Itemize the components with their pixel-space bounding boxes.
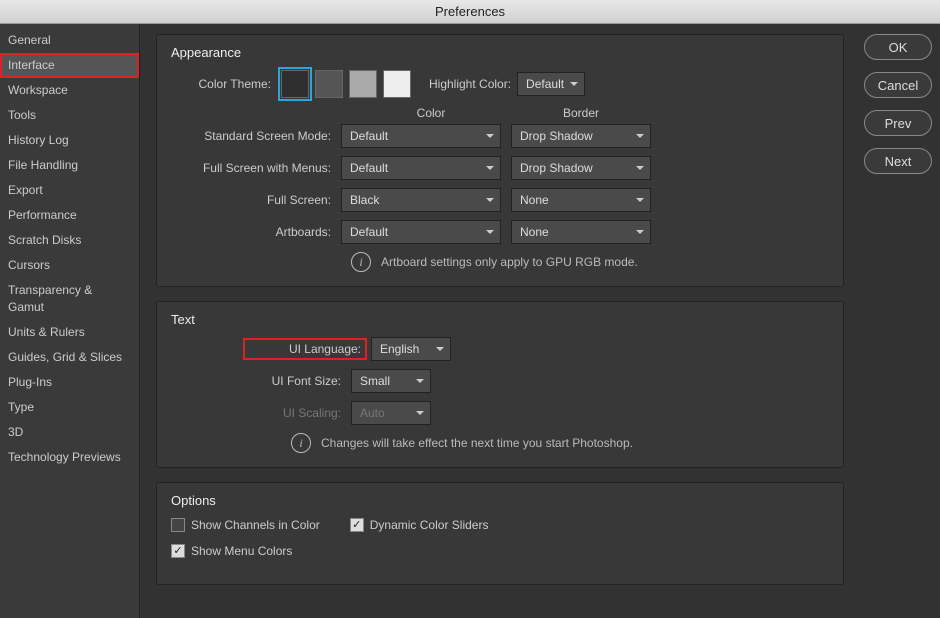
sidebar-item-workspace[interactable]: Workspace	[0, 78, 139, 103]
col-header-border: Border	[511, 106, 651, 120]
screen-mode-border-select-1[interactable]: Drop Shadow	[511, 156, 651, 180]
sidebar-item-transparency-gamut[interactable]: Transparency & Gamut	[0, 278, 139, 320]
screen-mode-label-0: Standard Screen Mode:	[171, 129, 341, 143]
color-theme-swatch-3[interactable]	[383, 70, 411, 98]
options-panel: Options Show Channels in Color ✓ Dynamic…	[156, 482, 844, 585]
sidebar-item-export[interactable]: Export	[0, 178, 139, 203]
sidebar-item-technology-previews[interactable]: Technology Previews	[0, 445, 139, 470]
dynamic-sliders-label: Dynamic Color Sliders	[370, 518, 489, 532]
ui-scaling-label: UI Scaling:	[231, 406, 351, 420]
sidebar-item-plug-ins[interactable]: Plug-Ins	[0, 370, 139, 395]
ui-font-size-label: UI Font Size:	[231, 374, 351, 388]
next-button[interactable]: Next	[864, 148, 932, 174]
appearance-title: Appearance	[171, 45, 829, 60]
ui-font-size-select[interactable]: Small	[351, 369, 431, 393]
screen-mode-headers: Color Border	[351, 106, 829, 120]
screen-mode-border-select-0[interactable]: Drop Shadow	[511, 124, 651, 148]
screen-mode-label-3: Artboards:	[171, 225, 341, 239]
sidebar-item-performance[interactable]: Performance	[0, 203, 139, 228]
color-theme-swatch-0[interactable]	[281, 70, 309, 98]
sidebar-item-3d[interactable]: 3D	[0, 420, 139, 445]
text-info-text: Changes will take effect the next time y…	[321, 436, 633, 450]
text-panel: Text UI Language: English UI Font Size: …	[156, 301, 844, 468]
options-title: Options	[171, 493, 829, 508]
ok-button[interactable]: OK	[864, 34, 932, 60]
dynamic-sliders-checkbox[interactable]: ✓ Dynamic Color Sliders	[350, 518, 489, 532]
color-theme-swatch-2[interactable]	[349, 70, 377, 98]
sidebar-item-units-rulers[interactable]: Units & Rulers	[0, 320, 139, 345]
screen-mode-color-select-3[interactable]: Default	[341, 220, 501, 244]
ui-scaling-select: Auto	[351, 401, 431, 425]
sidebar-item-history-log[interactable]: History Log	[0, 128, 139, 153]
ui-language-select[interactable]: English	[371, 337, 451, 361]
screen-mode-color-select-1[interactable]: Default	[341, 156, 501, 180]
screen-mode-label-2: Full Screen:	[171, 193, 341, 207]
content-area: Appearance Color Theme: Highlight Color:…	[140, 24, 856, 618]
show-channels-checkbox[interactable]: Show Channels in Color	[171, 518, 320, 532]
color-theme-swatch-1[interactable]	[315, 70, 343, 98]
window-title: Preferences	[0, 0, 940, 24]
color-theme-label: Color Theme:	[171, 77, 281, 91]
info-icon: i	[291, 433, 311, 453]
highlight-color-select[interactable]: Default	[517, 72, 585, 96]
sidebar-item-guides-grid-slices[interactable]: Guides, Grid & Slices	[0, 345, 139, 370]
screen-mode-border-select-2[interactable]: None	[511, 188, 651, 212]
info-icon: i	[351, 252, 371, 272]
color-theme-swatches	[281, 70, 411, 98]
sidebar: GeneralInterfaceWorkspaceToolsHistory Lo…	[0, 24, 140, 618]
sidebar-item-interface[interactable]: Interface	[0, 53, 139, 78]
cancel-button[interactable]: Cancel	[864, 72, 932, 98]
text-title: Text	[171, 312, 829, 327]
sidebar-item-tools[interactable]: Tools	[0, 103, 139, 128]
sidebar-item-type[interactable]: Type	[0, 395, 139, 420]
prev-button[interactable]: Prev	[864, 110, 932, 136]
col-header-color: Color	[351, 106, 511, 120]
screen-mode-color-select-2[interactable]: Black	[341, 188, 501, 212]
highlight-color-label: Highlight Color:	[429, 77, 511, 91]
ui-language-label: UI Language:	[245, 340, 365, 358]
sidebar-item-cursors[interactable]: Cursors	[0, 253, 139, 278]
dialog-buttons: OK Cancel Prev Next	[856, 24, 940, 618]
sidebar-item-general[interactable]: General	[0, 28, 139, 53]
show-menu-colors-label: Show Menu Colors	[191, 544, 292, 558]
show-channels-label: Show Channels in Color	[191, 518, 320, 532]
screen-mode-border-select-3[interactable]: None	[511, 220, 651, 244]
screen-mode-label-1: Full Screen with Menus:	[171, 161, 341, 175]
appearance-panel: Appearance Color Theme: Highlight Color:…	[156, 34, 844, 287]
sidebar-item-scratch-disks[interactable]: Scratch Disks	[0, 228, 139, 253]
sidebar-item-file-handling[interactable]: File Handling	[0, 153, 139, 178]
show-menu-colors-checkbox[interactable]: ✓ Show Menu Colors	[171, 544, 292, 558]
screen-mode-color-select-0[interactable]: Default	[341, 124, 501, 148]
appearance-info-text: Artboard settings only apply to GPU RGB …	[381, 255, 638, 269]
